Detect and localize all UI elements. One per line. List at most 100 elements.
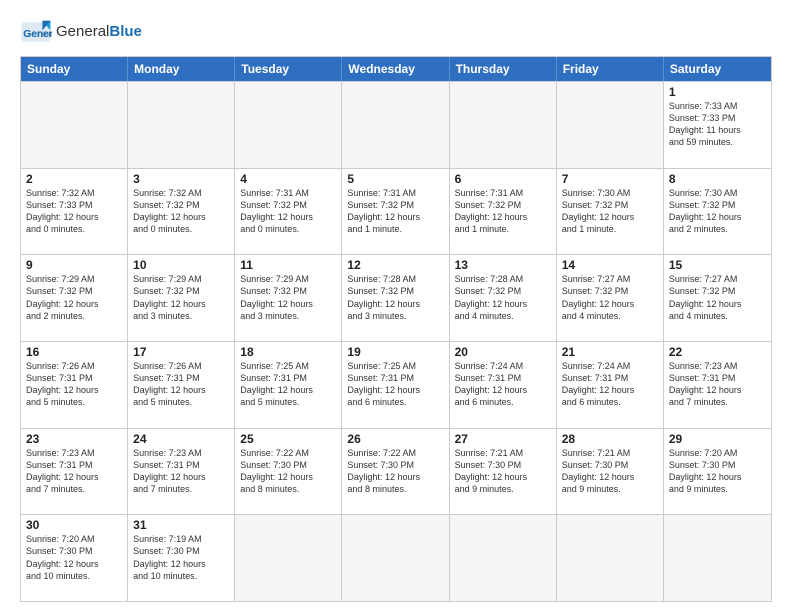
- sun-info: Sunrise: 7:29 AM Sunset: 7:32 PM Dayligh…: [26, 273, 122, 322]
- calendar-cell: 3Sunrise: 7:32 AM Sunset: 7:32 PM Daylig…: [128, 169, 235, 255]
- calendar-cell: 12Sunrise: 7:28 AM Sunset: 7:32 PM Dayli…: [342, 255, 449, 341]
- sun-info: Sunrise: 7:21 AM Sunset: 7:30 PM Dayligh…: [455, 447, 551, 496]
- calendar-row: 23Sunrise: 7:23 AM Sunset: 7:31 PM Dayli…: [21, 428, 771, 515]
- sun-info: Sunrise: 7:19 AM Sunset: 7:30 PM Dayligh…: [133, 533, 229, 582]
- weekday-header: Thursday: [450, 57, 557, 81]
- sun-info: Sunrise: 7:27 AM Sunset: 7:32 PM Dayligh…: [562, 273, 658, 322]
- calendar-header: SundayMondayTuesdayWednesdayThursdayFrid…: [21, 57, 771, 81]
- calendar-row: 1Sunrise: 7:33 AM Sunset: 7:33 PM Daylig…: [21, 81, 771, 168]
- sun-info: Sunrise: 7:23 AM Sunset: 7:31 PM Dayligh…: [669, 360, 766, 409]
- day-number: 26: [347, 432, 443, 446]
- logo-general-text: GeneralBlue: [56, 24, 142, 41]
- day-number: 29: [669, 432, 766, 446]
- weekday-header: Friday: [557, 57, 664, 81]
- calendar-cell: 25Sunrise: 7:22 AM Sunset: 7:30 PM Dayli…: [235, 429, 342, 515]
- sun-info: Sunrise: 7:28 AM Sunset: 7:32 PM Dayligh…: [455, 273, 551, 322]
- day-number: 21: [562, 345, 658, 359]
- sun-info: Sunrise: 7:30 AM Sunset: 7:32 PM Dayligh…: [562, 187, 658, 236]
- day-number: 11: [240, 258, 336, 272]
- calendar-row: 16Sunrise: 7:26 AM Sunset: 7:31 PM Dayli…: [21, 341, 771, 428]
- sun-info: Sunrise: 7:24 AM Sunset: 7:31 PM Dayligh…: [455, 360, 551, 409]
- day-number: 31: [133, 518, 229, 532]
- calendar-cell: 30Sunrise: 7:20 AM Sunset: 7:30 PM Dayli…: [21, 515, 128, 601]
- calendar-cell: 29Sunrise: 7:20 AM Sunset: 7:30 PM Dayli…: [664, 429, 771, 515]
- calendar-cell: 20Sunrise: 7:24 AM Sunset: 7:31 PM Dayli…: [450, 342, 557, 428]
- day-number: 18: [240, 345, 336, 359]
- calendar-cell: 19Sunrise: 7:25 AM Sunset: 7:31 PM Dayli…: [342, 342, 449, 428]
- day-number: 23: [26, 432, 122, 446]
- calendar-cell: [664, 515, 771, 601]
- weekday-header: Tuesday: [235, 57, 342, 81]
- calendar-cell: 15Sunrise: 7:27 AM Sunset: 7:32 PM Dayli…: [664, 255, 771, 341]
- day-number: 30: [26, 518, 122, 532]
- calendar-cell: 8Sunrise: 7:30 AM Sunset: 7:32 PM Daylig…: [664, 169, 771, 255]
- sun-info: Sunrise: 7:23 AM Sunset: 7:31 PM Dayligh…: [133, 447, 229, 496]
- sun-info: Sunrise: 7:20 AM Sunset: 7:30 PM Dayligh…: [26, 533, 122, 582]
- calendar-cell: 6Sunrise: 7:31 AM Sunset: 7:32 PM Daylig…: [450, 169, 557, 255]
- calendar-cell: 5Sunrise: 7:31 AM Sunset: 7:32 PM Daylig…: [342, 169, 449, 255]
- calendar-cell: 7Sunrise: 7:30 AM Sunset: 7:32 PM Daylig…: [557, 169, 664, 255]
- day-number: 13: [455, 258, 551, 272]
- sun-info: Sunrise: 7:28 AM Sunset: 7:32 PM Dayligh…: [347, 273, 443, 322]
- day-number: 17: [133, 345, 229, 359]
- calendar-cell: 18Sunrise: 7:25 AM Sunset: 7:31 PM Dayli…: [235, 342, 342, 428]
- sun-info: Sunrise: 7:29 AM Sunset: 7:32 PM Dayligh…: [240, 273, 336, 322]
- weekday-header: Saturday: [664, 57, 771, 81]
- day-number: 22: [669, 345, 766, 359]
- sun-info: Sunrise: 7:22 AM Sunset: 7:30 PM Dayligh…: [240, 447, 336, 496]
- calendar-cell: 17Sunrise: 7:26 AM Sunset: 7:31 PM Dayli…: [128, 342, 235, 428]
- calendar-cell: 9Sunrise: 7:29 AM Sunset: 7:32 PM Daylig…: [21, 255, 128, 341]
- calendar-cell: [235, 82, 342, 168]
- day-number: 9: [26, 258, 122, 272]
- sun-info: Sunrise: 7:32 AM Sunset: 7:33 PM Dayligh…: [26, 187, 122, 236]
- calendar-cell: [235, 515, 342, 601]
- sun-info: Sunrise: 7:32 AM Sunset: 7:32 PM Dayligh…: [133, 187, 229, 236]
- calendar-cell: 4Sunrise: 7:31 AM Sunset: 7:32 PM Daylig…: [235, 169, 342, 255]
- day-number: 10: [133, 258, 229, 272]
- svg-text:General: General: [23, 29, 52, 40]
- calendar-body: 1Sunrise: 7:33 AM Sunset: 7:33 PM Daylig…: [21, 81, 771, 601]
- logo: General General GeneralBlue: [20, 16, 142, 48]
- sun-info: Sunrise: 7:26 AM Sunset: 7:31 PM Dayligh…: [26, 360, 122, 409]
- weekday-header: Wednesday: [342, 57, 449, 81]
- calendar-cell: 11Sunrise: 7:29 AM Sunset: 7:32 PM Dayli…: [235, 255, 342, 341]
- day-number: 12: [347, 258, 443, 272]
- day-number: 5: [347, 172, 443, 186]
- sun-info: Sunrise: 7:25 AM Sunset: 7:31 PM Dayligh…: [347, 360, 443, 409]
- calendar-cell: [342, 515, 449, 601]
- calendar-cell: 14Sunrise: 7:27 AM Sunset: 7:32 PM Dayli…: [557, 255, 664, 341]
- day-number: 2: [26, 172, 122, 186]
- calendar-row: 30Sunrise: 7:20 AM Sunset: 7:30 PM Dayli…: [21, 514, 771, 601]
- calendar-cell: [21, 82, 128, 168]
- sun-info: Sunrise: 7:25 AM Sunset: 7:31 PM Dayligh…: [240, 360, 336, 409]
- calendar-cell: [450, 515, 557, 601]
- calendar-row: 9Sunrise: 7:29 AM Sunset: 7:32 PM Daylig…: [21, 254, 771, 341]
- calendar-cell: [128, 82, 235, 168]
- header: General General GeneralBlue: [20, 16, 772, 48]
- day-number: 6: [455, 172, 551, 186]
- calendar-cell: 2Sunrise: 7:32 AM Sunset: 7:33 PM Daylig…: [21, 169, 128, 255]
- calendar-row: 2Sunrise: 7:32 AM Sunset: 7:33 PM Daylig…: [21, 168, 771, 255]
- calendar-cell: 28Sunrise: 7:21 AM Sunset: 7:30 PM Dayli…: [557, 429, 664, 515]
- sun-info: Sunrise: 7:20 AM Sunset: 7:30 PM Dayligh…: [669, 447, 766, 496]
- sun-info: Sunrise: 7:24 AM Sunset: 7:31 PM Dayligh…: [562, 360, 658, 409]
- calendar-cell: 23Sunrise: 7:23 AM Sunset: 7:31 PM Dayli…: [21, 429, 128, 515]
- sun-info: Sunrise: 7:33 AM Sunset: 7:33 PM Dayligh…: [669, 100, 766, 149]
- day-number: 14: [562, 258, 658, 272]
- sun-info: Sunrise: 7:23 AM Sunset: 7:31 PM Dayligh…: [26, 447, 122, 496]
- day-number: 8: [669, 172, 766, 186]
- sun-info: Sunrise: 7:27 AM Sunset: 7:32 PM Dayligh…: [669, 273, 766, 322]
- calendar-cell: 27Sunrise: 7:21 AM Sunset: 7:30 PM Dayli…: [450, 429, 557, 515]
- sun-info: Sunrise: 7:31 AM Sunset: 7:32 PM Dayligh…: [347, 187, 443, 236]
- sun-info: Sunrise: 7:30 AM Sunset: 7:32 PM Dayligh…: [669, 187, 766, 236]
- sun-info: Sunrise: 7:31 AM Sunset: 7:32 PM Dayligh…: [455, 187, 551, 236]
- calendar-cell: [342, 82, 449, 168]
- calendar-cell: 16Sunrise: 7:26 AM Sunset: 7:31 PM Dayli…: [21, 342, 128, 428]
- calendar-cell: 22Sunrise: 7:23 AM Sunset: 7:31 PM Dayli…: [664, 342, 771, 428]
- page: General General GeneralBlue SundayMonday…: [0, 0, 792, 612]
- day-number: 1: [669, 85, 766, 99]
- calendar-cell: 1Sunrise: 7:33 AM Sunset: 7:33 PM Daylig…: [664, 82, 771, 168]
- day-number: 15: [669, 258, 766, 272]
- day-number: 27: [455, 432, 551, 446]
- sun-info: Sunrise: 7:22 AM Sunset: 7:30 PM Dayligh…: [347, 447, 443, 496]
